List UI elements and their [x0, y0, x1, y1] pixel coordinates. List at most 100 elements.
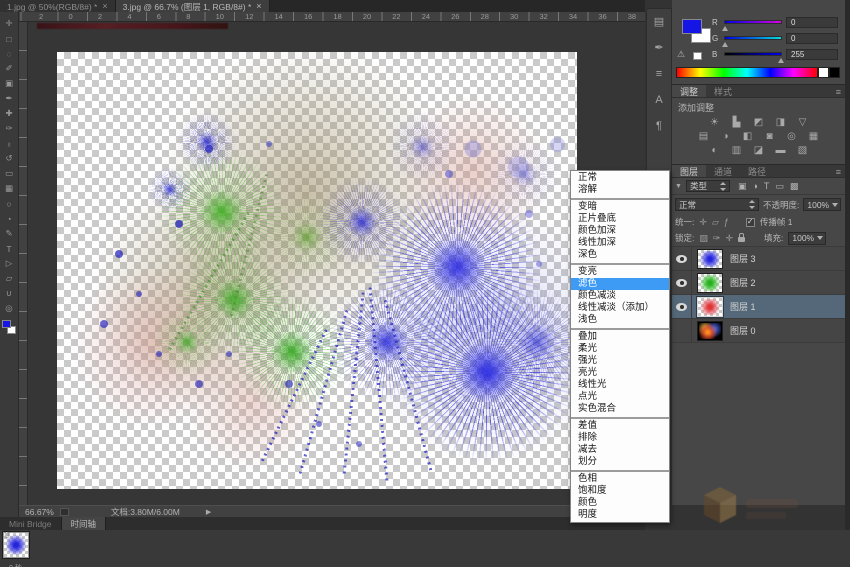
photo-filter-icon[interactable]: ◙ — [763, 130, 777, 143]
crop-tool[interactable]: ▣ — [1, 76, 18, 91]
opacity-field[interactable]: 100% — [803, 198, 841, 211]
vibrance-icon[interactable]: ▽ — [796, 116, 810, 129]
slider-handle[interactable] — [722, 42, 728, 47]
hand-tool[interactable]: ∪ — [1, 286, 18, 301]
blend-mode-select[interactable]: 正常 — [675, 198, 759, 211]
visibility-toggle[interactable] — [672, 247, 692, 271]
type-tool[interactable]: T — [1, 241, 18, 256]
levels-icon[interactable]: ▙ — [730, 116, 744, 129]
filter-pixel-icon[interactable]: ▣ — [738, 181, 747, 192]
color-balance-icon[interactable]: ◑ — [719, 130, 733, 143]
spectrum-black-swatch[interactable] — [829, 67, 840, 78]
color-lookup-icon[interactable]: ▦ — [807, 130, 821, 143]
brush-tool[interactable]: ✑ — [1, 121, 18, 136]
hue-saturation-icon[interactable]: ▤ — [697, 130, 711, 143]
foreground-color-swatch[interactable] — [682, 19, 702, 34]
slider-handle[interactable] — [722, 26, 728, 31]
panel-tab[interactable]: 通道 — [706, 165, 740, 177]
blend-menu-item[interactable]: 差值 — [571, 420, 669, 432]
zoom-level-field[interactable]: 66.67% — [19, 507, 60, 517]
blend-menu-item[interactable]: 浅色 — [571, 314, 669, 326]
curves-icon[interactable]: ◩ — [752, 116, 766, 129]
panel-menu-icon[interactable]: ≡ — [836, 165, 845, 177]
move-tool[interactable]: ✛ — [1, 16, 18, 31]
channel-slider[interactable] — [724, 20, 782, 24]
panel-menu-icon[interactable]: ≡ — [836, 85, 845, 97]
panel-tab[interactable]: 图层 — [672, 165, 706, 177]
shape-tool[interactable]: ▱ — [1, 271, 18, 286]
close-icon[interactable]: × — [102, 2, 107, 11]
channel-value-field[interactable]: 255 — [786, 49, 838, 60]
layer-row[interactable]: 图层 1 — [672, 295, 845, 319]
visibility-toggle[interactable] — [672, 271, 692, 295]
eyedropper-tool[interactable]: ✒ — [1, 91, 18, 106]
channel-value-field[interactable]: 0 — [786, 33, 838, 44]
path-select-tool[interactable]: ▷ — [1, 256, 18, 271]
healing-brush-tool[interactable]: ✚ — [1, 106, 18, 121]
unify-style-icon[interactable]: ƒ — [724, 217, 729, 228]
timeline-frame-thumbnail[interactable]: 1 0 秒 ▼ — [3, 532, 29, 558]
panel-tab[interactable]: 样式 — [706, 85, 740, 97]
lock-pixels-icon[interactable]: ✑ — [713, 233, 721, 244]
color-spectrum-ramp[interactable] — [676, 67, 818, 78]
panel-tab[interactable]: 路径 — [740, 165, 774, 177]
channel-value-field[interactable]: 0 — [786, 17, 838, 28]
layer-row[interactable]: 图层 0 — [672, 319, 845, 343]
layer-thumbnail[interactable] — [697, 273, 723, 293]
properties-panel-icon[interactable]: ≡ — [656, 69, 662, 80]
layer-row[interactable]: 图层 2 — [672, 271, 845, 295]
frame-duration[interactable]: 0 秒 ▼ — [9, 563, 28, 567]
blend-menu-item[interactable]: 颜色减淡 — [571, 290, 669, 302]
toolbox-color-swatches[interactable] — [2, 320, 16, 334]
gradient-map-icon[interactable]: ▬ — [774, 144, 788, 157]
spectrum-white-swatch[interactable] — [818, 67, 829, 78]
eraser-tool[interactable]: ▭ — [1, 166, 18, 181]
brush-panel-icon[interactable]: ✒ — [654, 43, 663, 54]
pen-tool[interactable]: ✎ — [1, 226, 18, 241]
character-panel-icon[interactable]: A — [655, 95, 662, 106]
blend-menu-item[interactable]: 亮光 — [571, 367, 669, 379]
filter-shape-icon[interactable]: ▭ — [775, 181, 784, 192]
channel-mixer-icon[interactable]: ◎ — [785, 130, 799, 143]
channel-slider[interactable] — [724, 52, 782, 56]
bottom-panel-tab[interactable]: 时间轴 — [61, 517, 107, 530]
filter-adjustment-icon[interactable]: ◑ — [752, 181, 757, 192]
blur-tool[interactable]: ○ — [1, 196, 18, 211]
blend-menu-item[interactable]: 线性减淡（添加） — [571, 302, 669, 314]
marquee-tool[interactable]: □ — [1, 31, 18, 46]
clone-stamp-tool[interactable]: ♁ — [1, 136, 18, 151]
unify-visibility-icon[interactable]: ▱ — [712, 217, 719, 228]
blend-menu-item[interactable]: 变暗 — [571, 201, 669, 213]
blend-menu-item[interactable]: 明度 — [571, 509, 669, 521]
blend-menu-item[interactable]: 减去 — [571, 444, 669, 456]
filter-type-icon[interactable]: T — [764, 181, 770, 192]
layer-row[interactable]: 图层 3 — [672, 247, 845, 271]
lasso-tool[interactable]: ◌ — [1, 46, 18, 61]
visibility-toggle[interactable] — [672, 319, 692, 343]
zoom-tool[interactable]: ◎ — [1, 301, 18, 316]
blend-menu-item[interactable]: 正常 — [571, 172, 669, 184]
posterize-icon[interactable]: ▥ — [730, 144, 744, 157]
foreground-color-swatch[interactable] — [2, 320, 11, 328]
layer-thumbnail[interactable] — [697, 321, 723, 341]
lock-transparency-icon[interactable]: ▨ — [699, 233, 708, 244]
fill-field[interactable]: 100% — [788, 232, 826, 245]
blend-menu-item[interactable]: 点光 — [571, 391, 669, 403]
document-canvas[interactable] — [57, 52, 577, 489]
black-white-icon[interactable]: ◧ — [741, 130, 755, 143]
layer-thumbnail[interactable] — [697, 249, 723, 269]
layer-thumbnail[interactable] — [697, 297, 723, 317]
blend-menu-item[interactable]: 排除 — [571, 432, 669, 444]
bottom-panel-tab[interactable]: Mini Bridge — [0, 517, 61, 530]
dodge-tool[interactable]: ◔ — [1, 211, 18, 226]
blend-menu-item[interactable]: 划分 — [571, 456, 669, 468]
slider-handle[interactable] — [778, 58, 784, 63]
brightness-contrast-icon[interactable]: ☀ — [708, 116, 722, 129]
blend-menu-item[interactable] — [571, 261, 669, 266]
filter-type-select[interactable]: 类型 — [686, 180, 730, 192]
blend-menu-item[interactable] — [571, 415, 669, 420]
unify-position-icon[interactable]: ✛ — [699, 217, 707, 228]
blend-menu-item[interactable]: 柔光 — [571, 343, 669, 355]
propagate-frame-checkbox[interactable] — [746, 218, 755, 227]
blend-menu-item[interactable]: 线性光 — [571, 379, 669, 391]
